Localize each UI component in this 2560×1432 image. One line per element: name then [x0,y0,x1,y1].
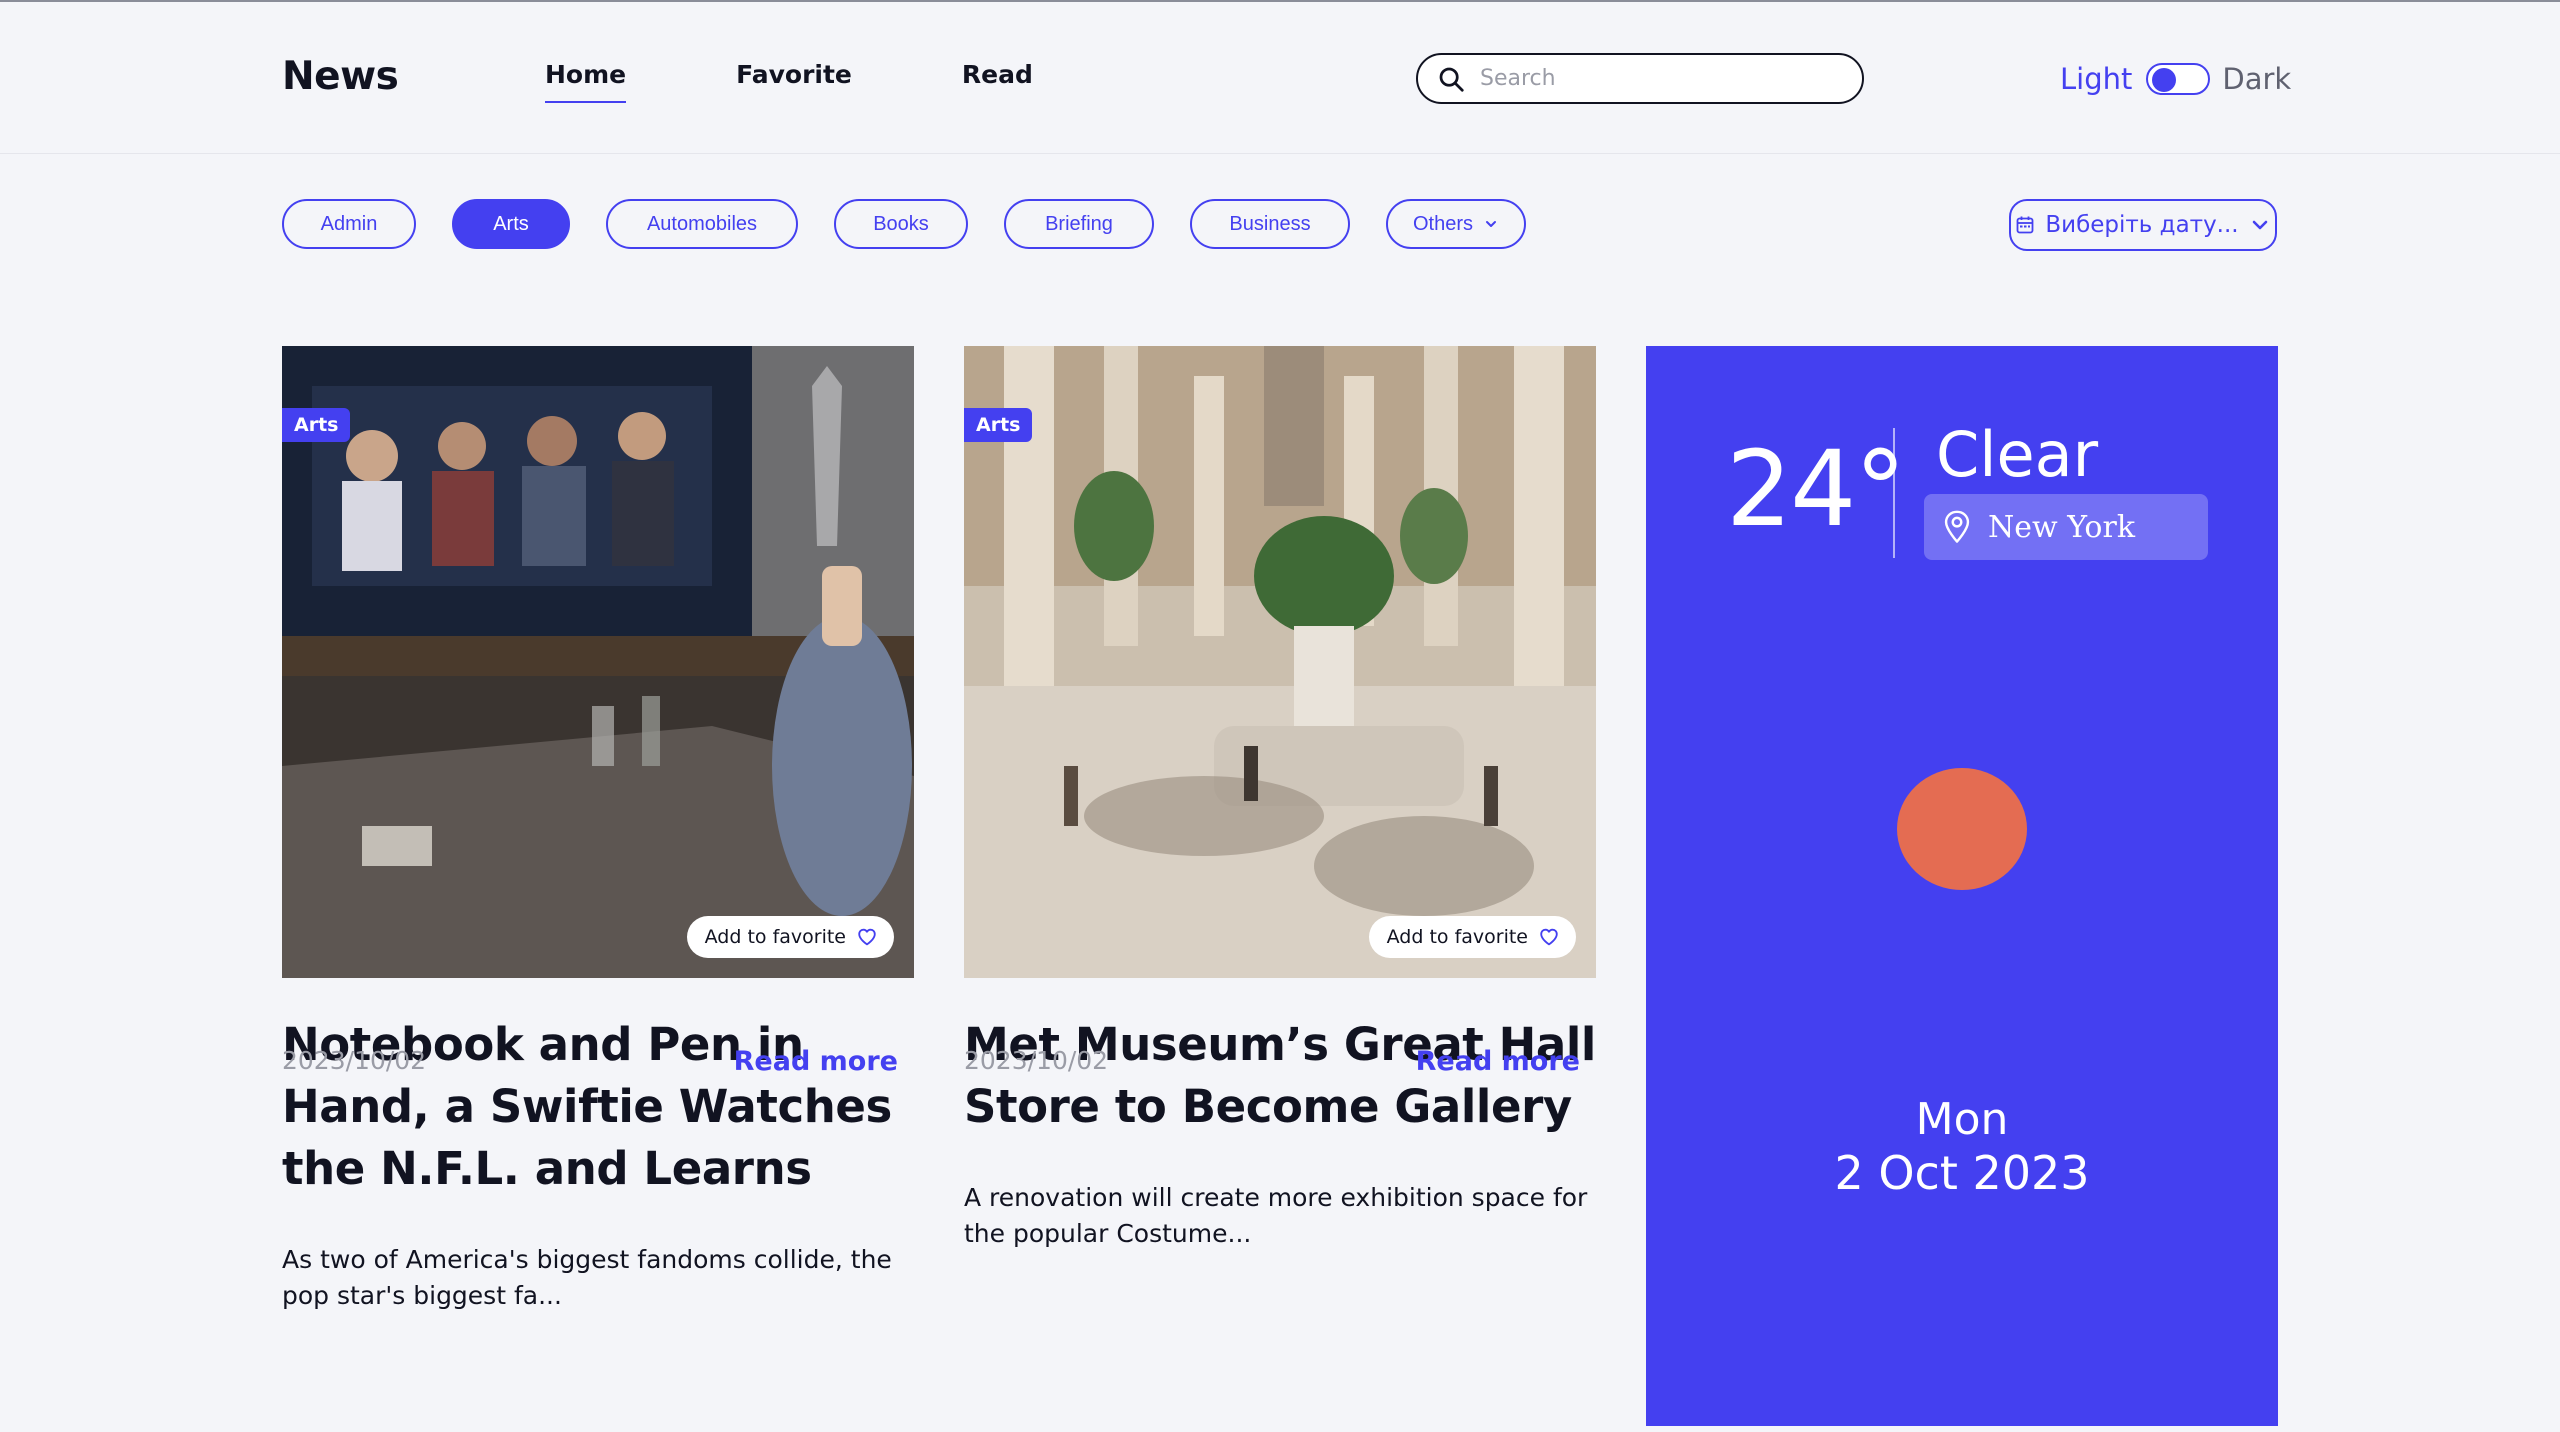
search-input[interactable] [1480,66,1840,91]
search-box [1416,53,1864,104]
heart-icon [858,928,876,946]
chip-books[interactable]: Books [834,199,968,249]
calendar-icon [2016,216,2034,234]
theme-switcher: Light Dark [2060,62,2291,96]
heart-icon [1540,928,1558,946]
read-more-link[interactable]: Read more [1416,1046,1580,1077]
weather-temperature: 24° [1726,428,1906,550]
sun-icon [1897,768,2027,890]
main-nav: Home Favorite Read [545,60,1143,103]
chip-others-label: Others [1412,212,1474,235]
chevron-down-icon [2252,220,2267,230]
chip-others[interactable]: Others [1386,199,1526,249]
weather-day: Mon [1915,1094,2009,1145]
chip-business[interactable]: Business [1190,199,1350,249]
date-picker-label: Виберіть дату... [2045,212,2239,238]
article-date: 2023/10/02 [282,1046,427,1075]
date-picker[interactable]: Виберіть дату... [2009,199,2277,251]
add-to-favorite-label: Add to favorite [704,926,846,948]
article-image[interactable]: Arts Add to favorite [964,346,1596,978]
weather-location: New York [1924,494,2208,560]
toggle-knob [2152,68,2177,92]
add-to-favorite-button[interactable]: Add to favorite [686,916,894,958]
add-to-favorite-label: Add to favorite [1386,926,1528,948]
article-photo-museum-hall [964,346,1596,978]
weather-divider [1893,428,1895,558]
weather-location-label: New York [1988,509,2135,545]
theme-dark-label: Dark [2222,62,2292,96]
theme-toggle[interactable] [2146,63,2211,95]
weather-widget: 24° Clear New York Mon 2 Oct 2023 [1646,346,2278,1426]
nav-favorite[interactable]: Favorite [736,60,852,103]
read-more-link[interactable]: Read more [734,1046,898,1077]
chip-automobiles[interactable]: Automobiles [606,199,798,249]
category-badge: Arts [282,408,351,442]
article-description: A renovation will create more exhibition… [964,1183,1588,1248]
weather-date: 2 Oct 2023 [1834,1146,2090,1200]
weather-condition: Clear [1936,418,2099,491]
article-card: Arts Add to favorite Met Museum’s Great … [964,346,1596,1252]
article-photo-sports-bar [282,346,914,978]
category-filters: Admin Arts Automobiles Books Briefing Bu… [282,199,1562,249]
nav-read[interactable]: Read [962,60,1033,103]
chip-briefing[interactable]: Briefing [1004,199,1154,249]
article-footer: 2023/10/02 Read more [964,1046,1596,1086]
category-badge: Arts [964,408,1033,442]
article-description: As two of America's biggest fandoms coll… [282,1245,892,1310]
header: News Home Favorite Read Light Dark [0,2,2560,154]
map-pin-icon [1944,510,1970,543]
article-title[interactable]: Notebook and Pen in Hand, a Swiftie Watc… [282,1014,914,1200]
chip-admin[interactable]: Admin [282,199,416,249]
nav-home[interactable]: Home [545,60,627,103]
add-to-favorite-button[interactable]: Add to favorite [1368,916,1576,958]
logo[interactable]: News [282,54,399,99]
chevron-down-icon [1486,221,1497,227]
search-icon [1439,67,1464,92]
article-date: 2023/10/02 [964,1046,1109,1075]
theme-light-label: Light [2060,62,2133,96]
article-image[interactable]: Arts Add to favorite [282,346,914,978]
article-footer: 2023/10/02 Read more [282,1046,914,1086]
article-card: Arts Add to favorite Notebook and Pen in… [282,346,914,1314]
chip-arts[interactable]: Arts [452,199,570,249]
